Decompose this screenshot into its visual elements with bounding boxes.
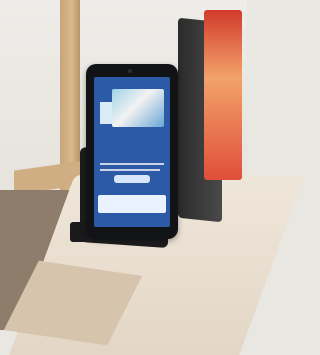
screen-button[interactable] (114, 175, 150, 183)
screen-info-card (98, 195, 166, 213)
printed-menu (204, 10, 242, 180)
front-camera (128, 69, 132, 73)
screen-logo (112, 137, 152, 157)
screen-photo-banner (112, 89, 164, 127)
screen-text-line (100, 163, 164, 165)
tablet-screen[interactable] (94, 77, 170, 227)
screen-text-line (100, 169, 160, 171)
ordering-tablet[interactable] (86, 64, 178, 239)
